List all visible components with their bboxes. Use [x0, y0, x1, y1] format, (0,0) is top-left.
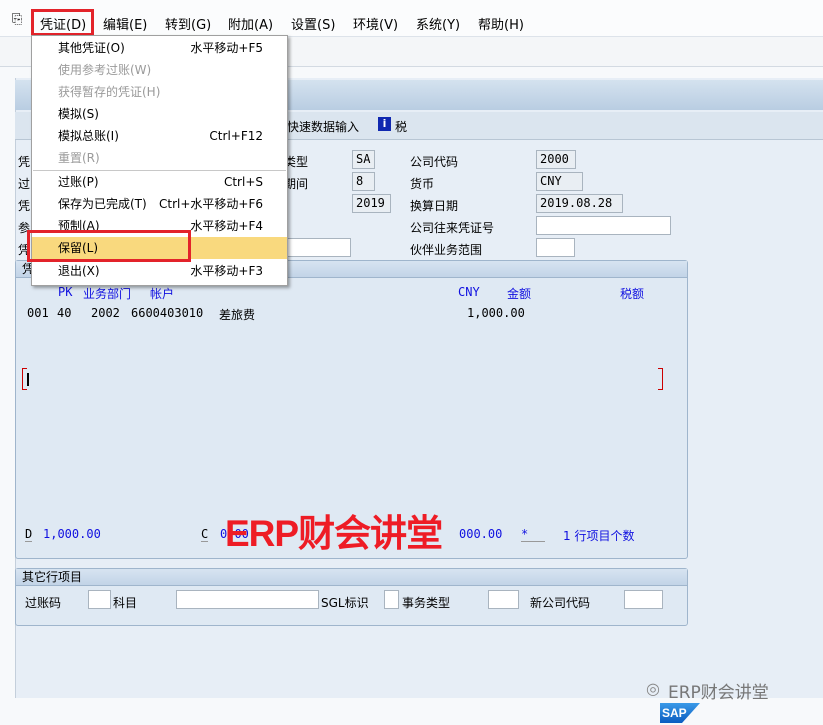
debit-total: 1,000.00	[43, 527, 101, 541]
credit-label: C	[201, 527, 209, 542]
row-business-area: 2002	[91, 306, 120, 320]
menu-item-simulate-gl[interactable]: 模拟总账(I) Ctrl+F12	[32, 125, 287, 147]
menu-edit[interactable]: 编辑(E)	[103, 14, 147, 33]
account-label: 科目	[113, 596, 138, 610]
company-code-label: 公司代码	[410, 155, 459, 169]
period-field[interactable]: 8	[352, 172, 375, 191]
footer-watermark: ERP财会讲堂	[668, 683, 769, 703]
menu-item-exit[interactable]: 退出(X) 水平移动+F3	[32, 260, 287, 282]
label-left-3: 凭	[18, 199, 31, 213]
other-group-title: 其它行项目	[16, 569, 687, 586]
annotation-box-hold	[27, 230, 191, 262]
partner-ba-label: 伙伴业务范围	[410, 243, 483, 257]
info-icon[interactable]: i	[378, 117, 391, 131]
menu-bar: ⎘ 凭证(D) 编辑(E) 转到(G) 附加(A) 设置(S) 环境(V) 系统…	[0, 0, 823, 37]
row-text: 差旅费	[219, 308, 256, 322]
currency-field[interactable]: CNY	[536, 172, 583, 191]
menu-system[interactable]: 系统(Y)	[416, 14, 460, 33]
menu-goto[interactable]: 转到(G)	[165, 14, 211, 33]
menu-item-fetch-parked-document: 获得暂存的凭证(H)	[58, 85, 161, 99]
transaction-type-field[interactable]	[488, 590, 519, 609]
sap-logo: SAP	[660, 703, 700, 723]
posting-key-label: 过账码	[25, 596, 62, 610]
wechat-icon: ◎	[646, 679, 660, 698]
annotation-box-menu	[31, 9, 94, 36]
row-account: 6600403010	[131, 306, 204, 320]
transaction-type-label: 事务类型	[402, 596, 451, 610]
label-left-2: 过	[18, 177, 31, 191]
row-number: 001	[27, 306, 49, 320]
fast-data-entry-button[interactable]: 快速数据输入	[287, 118, 359, 135]
intercompany-label: 公司往来凭证号	[410, 221, 495, 235]
doc-type-field[interactable]: SA	[352, 150, 375, 169]
menu-settings[interactable]: 设置(S)	[291, 14, 335, 33]
header-amount: 金额	[507, 287, 532, 301]
account-field[interactable]	[176, 590, 319, 609]
header-tax: 税额	[620, 287, 645, 301]
menu-item-reset: 重置(R)	[58, 151, 100, 165]
system-menu-icon[interactable]: ⎘	[12, 12, 22, 27]
translation-date-label: 换算日期	[410, 199, 459, 213]
menu-item-save-as-completed[interactable]: 保存为已完成(T) Ctrl+水平移动+F6	[32, 193, 287, 215]
currency-label: 货币	[410, 177, 435, 191]
text-cursor	[27, 373, 29, 386]
header-business-area: 业务部门	[83, 287, 132, 301]
menu-item-post[interactable]: 过账(P) Ctrl+S	[32, 171, 287, 193]
cursor-bracket-right	[658, 368, 663, 390]
new-company-code-label: 新公司代码	[530, 596, 591, 610]
menu-help[interactable]: 帮助(H)	[478, 14, 524, 33]
new-company-code-field[interactable]	[624, 590, 663, 609]
balance-indicator: *	[521, 527, 545, 542]
debit-label: D	[25, 527, 33, 542]
menu-item-post-with-reference: 使用参考过账(W)	[58, 63, 152, 77]
intercompany-field[interactable]	[536, 216, 671, 235]
menu-environment[interactable]: 环境(V)	[353, 14, 398, 33]
posting-key-field[interactable]	[88, 590, 111, 609]
sgl-field[interactable]	[384, 590, 399, 609]
sgl-label: SGL标识	[321, 596, 369, 610]
translation-date-field[interactable]: 2019.08.28	[536, 194, 623, 213]
header-text-field[interactable]	[280, 238, 351, 257]
row-amount: 1,000.00	[467, 306, 525, 320]
label-left-1: 凭	[18, 155, 31, 169]
watermark-text: ERP财会讲堂	[225, 513, 443, 554]
partner-ba-field[interactable]	[536, 238, 575, 257]
menu-item-simulate[interactable]: 模拟(S)	[32, 103, 287, 125]
header-account: 帐户	[150, 287, 175, 301]
header-pk: PK	[58, 285, 73, 299]
company-code-field[interactable]: 2000	[536, 150, 576, 169]
menu-item-other-document[interactable]: 其他凭证(O) 水平移动+F5	[32, 37, 287, 59]
line-item-count: 1 行项目个数	[563, 529, 635, 543]
balance-total: 000.00	[459, 527, 503, 541]
fiscal-year-field[interactable]: 2019	[352, 194, 391, 213]
tax-button[interactable]: 税	[395, 118, 407, 135]
menu-extras[interactable]: 附加(A)	[228, 14, 273, 33]
header-currency: CNY	[458, 285, 480, 299]
row-pk: 40	[57, 306, 72, 320]
